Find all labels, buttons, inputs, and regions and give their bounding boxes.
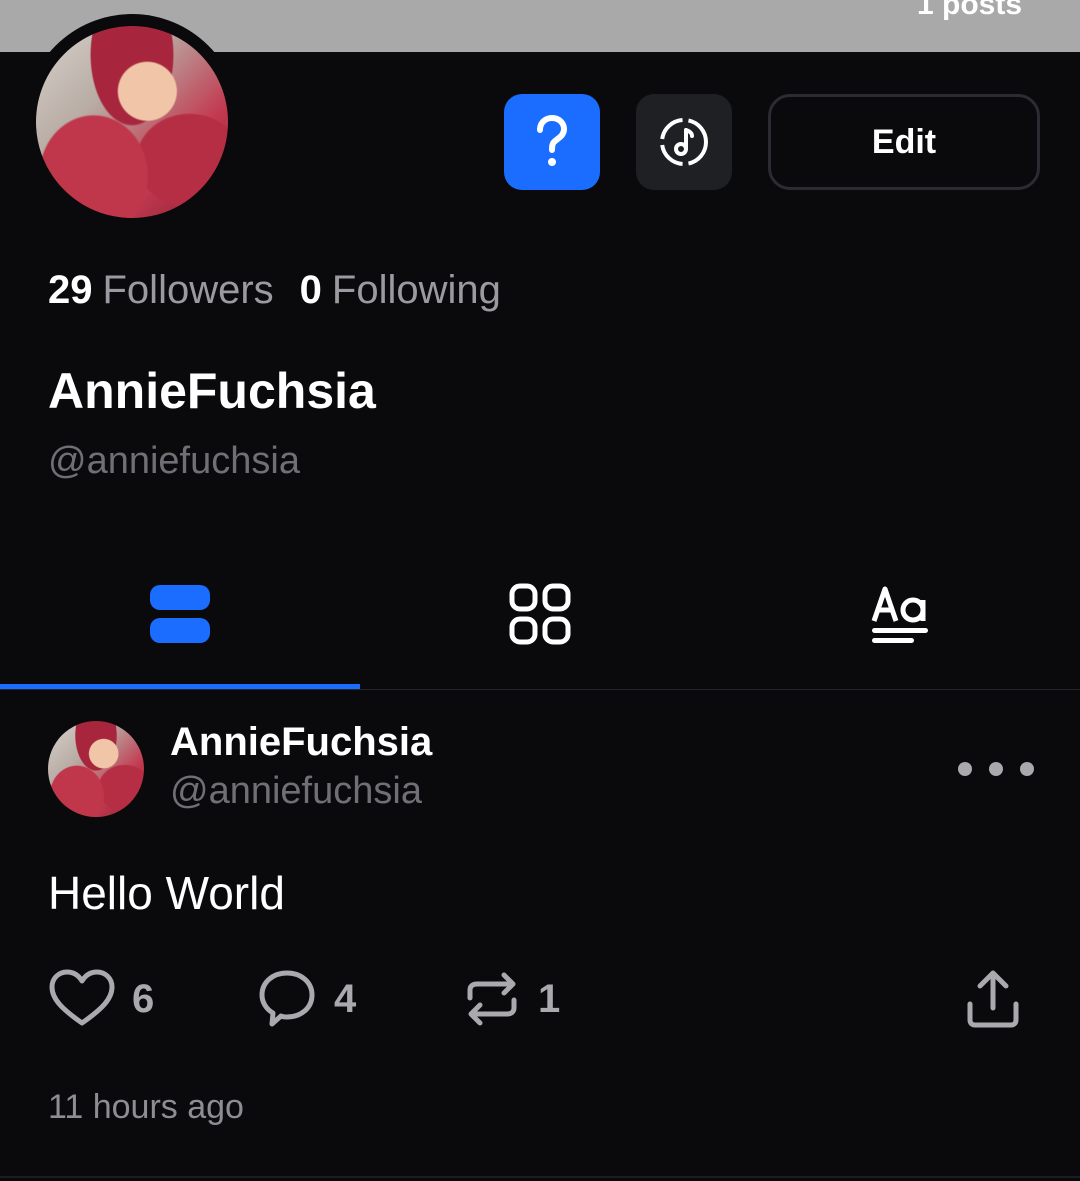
more-dot — [1020, 762, 1034, 776]
share-upload-icon — [967, 970, 1019, 1028]
post-timestamp: 11 hours ago — [48, 1088, 244, 1126]
comment-button[interactable]: 4 — [256, 966, 356, 1032]
more-dot — [958, 762, 972, 776]
help-button[interactable] — [504, 94, 600, 190]
profile-avatar[interactable] — [24, 14, 240, 230]
repost-icon — [467, 972, 517, 1026]
share-button[interactable] — [962, 966, 1024, 1032]
following-label: Following — [331, 268, 501, 312]
list-view-icon — [150, 585, 210, 643]
posts-count: 1 posts — [916, 0, 1022, 21]
post-text: Hello World — [48, 867, 285, 919]
tab-grid-view[interactable] — [360, 540, 720, 688]
music-button[interactable] — [636, 94, 732, 190]
comment-bubble-icon — [259, 970, 315, 1027]
followers-label: Followers — [102, 268, 274, 312]
grid-view-icon — [509, 583, 571, 645]
profile-display-name: AnnieFuchsia — [48, 363, 376, 419]
tab-list-view[interactable] — [0, 540, 360, 688]
profile-handle: @anniefuchsia — [48, 440, 300, 482]
question-mark-icon — [537, 114, 568, 166]
post-more-options-button[interactable] — [958, 754, 1034, 784]
repost-count: 1 — [538, 976, 561, 1021]
following-stat[interactable]: 0 Following — [300, 268, 501, 313]
like-count: 6 — [132, 976, 155, 1021]
post-author-name[interactable]: AnnieFuchsia — [170, 720, 432, 765]
comment-count: 4 — [334, 976, 357, 1021]
avatar-image — [36, 26, 228, 218]
tab-text-view[interactable] — [720, 540, 1080, 688]
music-disc-icon — [660, 118, 708, 166]
following-count: 0 — [299, 268, 322, 312]
profile-stats: 29 Followers 0 Following — [48, 268, 527, 313]
repost-button[interactable]: 1 — [462, 966, 560, 1032]
like-button[interactable]: 6 — [48, 966, 154, 1032]
followers-stat[interactable]: 29 Followers — [48, 268, 274, 313]
edit-profile-button[interactable]: Edit — [768, 94, 1040, 190]
post-divider — [0, 1176, 1080, 1178]
tab-divider — [0, 689, 1080, 690]
post-author-handle: @anniefuchsia — [170, 770, 422, 812]
followers-count: 29 — [48, 268, 93, 312]
more-dot — [989, 762, 1003, 776]
post-author-avatar[interactable] — [48, 721, 144, 817]
text-view-icon — [871, 586, 928, 643]
heart-icon — [49, 969, 115, 1026]
